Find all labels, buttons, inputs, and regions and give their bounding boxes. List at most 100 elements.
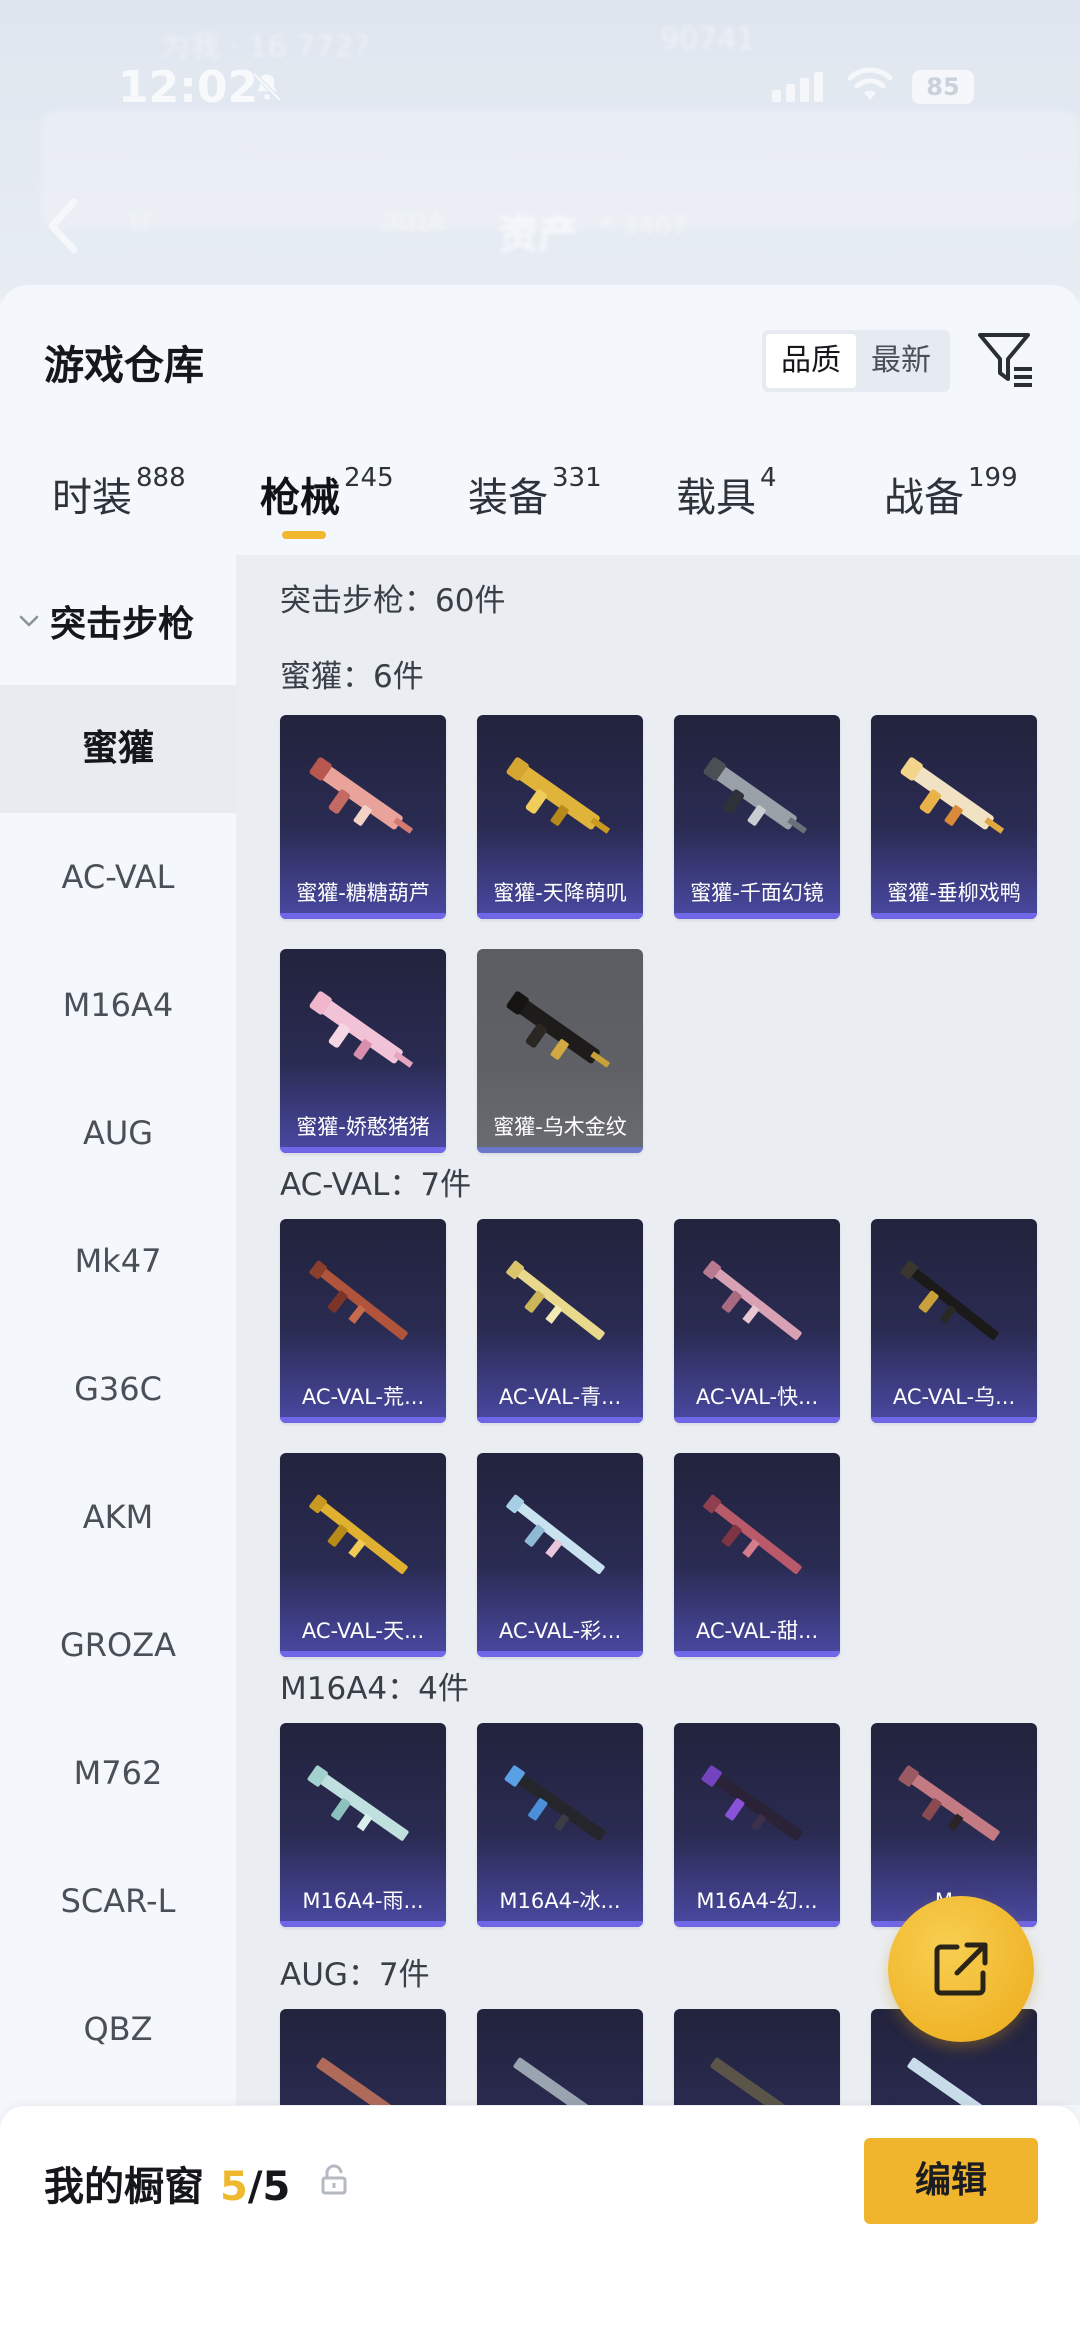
weapon-card-caption: M16A4-冰...	[499, 1889, 621, 1913]
weapon-card[interactable]: M16A4-幻...	[674, 1723, 840, 1927]
rarity-strip	[674, 1921, 840, 1927]
weapon-card[interactable]: 蜜獾-垂柳戏鸭	[871, 715, 1037, 919]
background-assets-sub: * 3407	[600, 212, 688, 242]
tab-equipment[interactable]: 装备 331	[468, 463, 602, 523]
weapon-skin-image	[900, 1260, 999, 1340]
tab-count: 888	[136, 463, 186, 493]
sidebar-item-groza[interactable]: GROZA	[0, 1581, 236, 1709]
weapon-skin-image	[309, 1260, 408, 1340]
edit-button[interactable]: 编辑	[864, 2138, 1038, 2224]
tab-vehicles[interactable]: 载具 4	[676, 463, 777, 523]
background-nav-text: IT	[130, 208, 154, 238]
tab-count: 245	[344, 463, 394, 493]
tab-label: 装备	[468, 475, 548, 521]
sidebar-item-akm[interactable]: AKM	[0, 1453, 236, 1581]
weapon-card[interactable]	[674, 2009, 840, 2105]
battery-indicator: 85	[912, 70, 974, 104]
weapon-card[interactable]: 蜜獾-乌木金纹	[477, 949, 643, 1153]
weapon-card-caption: AC-VAL-荒...	[301, 1385, 425, 1409]
weapon-skin-image	[506, 991, 611, 1068]
sheet-header: 游戏仓库 品质 最新 时装 888 枪械 245 装备 331 载具 4 战备 …	[0, 285, 1080, 555]
tab-count: 4	[760, 463, 777, 493]
weapon-skin-image	[506, 757, 611, 834]
sort-toggle: 品质 最新	[762, 330, 950, 392]
weapon-card-caption: 蜜獾-糖糖葫芦	[296, 881, 430, 905]
weapon-card-caption: AC-VAL-甜...	[695, 1619, 819, 1643]
weapon-skin-image	[701, 1765, 803, 1841]
rarity-strip	[280, 1147, 446, 1153]
showcase-title: 我的橱窗 5 /5	[44, 2154, 290, 2212]
sort-option-quality[interactable]: 品质	[766, 334, 856, 388]
weapon-card[interactable]: AC-VAL-青...	[477, 1219, 643, 1423]
sidebar-item-mk47[interactable]: Mk47	[0, 1197, 236, 1325]
tab-label: 枪械	[260, 475, 340, 521]
weapon-card[interactable]: 蜜獾-娇憨猪猪	[280, 949, 446, 1153]
sidebar-item-m762[interactable]: M762	[0, 1709, 236, 1837]
sidebar-item-scar-l[interactable]: SCAR-L	[0, 1837, 236, 1965]
background-page-header: 为我 · 16 772? 90741 IT ЭЩА 资产 * 3407 12:0…	[0, 0, 1080, 300]
rarity-strip	[477, 1147, 643, 1153]
background-nav-text: ЭЩА	[380, 208, 445, 238]
weapon-skin-image	[307, 1765, 409, 1841]
category-total: 突击步枪：60件	[280, 583, 506, 619]
weapon-card[interactable]: 蜜獾-天降萌叽	[477, 715, 643, 919]
sidebar-item-honey-badger[interactable]: 蜜獾	[0, 685, 236, 813]
sidebar-item-m16a4[interactable]: M16A4	[0, 941, 236, 1069]
sidebar-item-aug[interactable]: AUG	[0, 1069, 236, 1197]
sidebar-item-qbz[interactable]: QBZ	[0, 1965, 236, 2093]
weapon-skin-image	[506, 1260, 605, 1340]
rarity-strip	[674, 1417, 840, 1423]
tab-label: 战备	[884, 475, 964, 521]
weapon-skin-image	[513, 2057, 606, 2105]
weapon-card[interactable]: AC-VAL-荒...	[280, 1219, 446, 1423]
section-title: M16A4：4件	[280, 1671, 469, 1707]
tab-count: 199	[968, 463, 1018, 493]
tab-fashion[interactable]: 时装 888	[52, 463, 186, 523]
section-title: AC-VAL：7件	[280, 1167, 472, 1203]
weapon-skin-image	[703, 757, 808, 834]
tab-firearms[interactable]: 枪械 245	[260, 463, 394, 523]
sidebar-group-label: 突击步枪	[50, 604, 195, 645]
sidebar-item-ac-val[interactable]: AC-VAL	[0, 813, 236, 941]
showcase-label: 我的橱窗	[44, 2164, 204, 2210]
sort-option-newest[interactable]: 最新	[856, 334, 946, 388]
weapon-skin-image	[309, 991, 414, 1068]
back-chevron-icon[interactable]	[44, 196, 82, 256]
chevron-down-icon	[19, 615, 39, 627]
sidebar-item-g36c[interactable]: G36C	[0, 1325, 236, 1453]
section-title: 蜜獾：6件	[280, 659, 424, 695]
weapon-card-caption: M16A4-雨...	[302, 1889, 424, 1913]
weapon-card[interactable]: M16A4-雨...	[280, 1723, 446, 1927]
weapon-card[interactable]: AC-VAL-天...	[280, 1453, 446, 1657]
rarity-strip	[477, 1417, 643, 1423]
weapon-card[interactable]: AC-VAL-快...	[674, 1219, 840, 1423]
active-tab-indicator	[282, 531, 326, 539]
sidebar-group-assault-rifles[interactable]: 突击步枪	[16, 595, 194, 647]
weapon-card[interactable]: 蜜獾-千面幻镜	[674, 715, 840, 919]
weapon-skin-image	[710, 2057, 803, 2105]
weapon-sidebar: 突击步枪 蜜獾 AC-VAL M16A4 AUG Mk47 G36C AKM G…	[0, 555, 236, 2105]
weapon-card[interactable]	[477, 2009, 643, 2105]
weapon-card-caption: AC-VAL-快...	[695, 1385, 819, 1409]
weapon-card[interactable]: M16A4-冰...	[477, 1723, 643, 1927]
weapon-skin-image	[504, 1765, 606, 1841]
rarity-strip	[477, 913, 643, 919]
weapon-skin-image	[898, 1765, 1000, 1841]
weapon-skin-image	[316, 2057, 409, 2105]
signal-icon	[772, 72, 823, 102]
background-assets-title: 资产	[498, 212, 578, 258]
page-title: 游戏仓库	[44, 343, 204, 389]
weapon-card[interactable]	[280, 2009, 446, 2105]
filter-icon[interactable]	[976, 329, 1034, 389]
weapon-card-caption: AC-VAL-青...	[498, 1385, 622, 1409]
weapon-card[interactable]: AC-VAL-乌...	[871, 1219, 1037, 1423]
weapon-card[interactable]: AC-VAL-彩...	[477, 1453, 643, 1657]
rarity-strip	[871, 913, 1037, 919]
weapon-card[interactable]: 蜜獾-糖糖葫芦	[280, 715, 446, 919]
share-button[interactable]	[888, 1896, 1034, 2042]
weapon-card-caption: 蜜獾-乌木金纹	[493, 1115, 627, 1139]
weapon-skin-image	[506, 1494, 605, 1574]
tab-supplies[interactable]: 战备 199	[884, 463, 1018, 523]
rarity-strip	[477, 1921, 643, 1927]
weapon-card[interactable]: AC-VAL-甜...	[674, 1453, 840, 1657]
